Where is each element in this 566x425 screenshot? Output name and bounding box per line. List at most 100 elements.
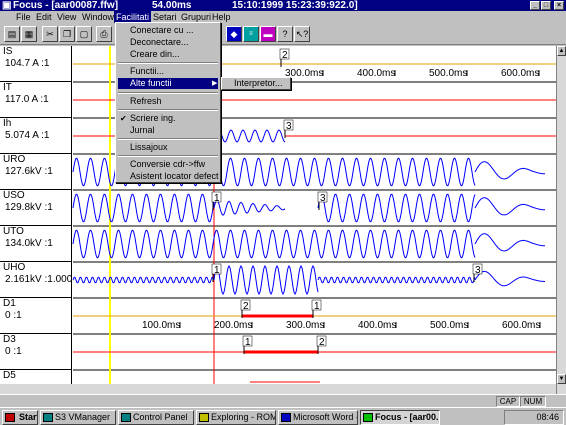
task-label: Control Panel	[133, 412, 188, 422]
save-icon[interactable]: ▦	[21, 26, 37, 42]
uro-trace-decay	[474, 161, 545, 180]
status-bar: CAP NUM	[0, 394, 566, 407]
channel-name: USO	[3, 190, 25, 201]
menu-separator	[118, 109, 218, 111]
menu-edit[interactable]: Edit	[36, 11, 52, 23]
toolbar: ▤ ▦ ✂ ❐ ▢ ⎙ ◆ ≡ ▬ ? ↖?	[0, 23, 566, 45]
maximize-button[interactable]: □	[541, 1, 551, 10]
channel-label-d1[interactable]: D1 0 :1	[0, 298, 72, 334]
channel-name: D5	[3, 370, 16, 381]
start-button[interactable]: Start	[2, 410, 38, 425]
context-help-icon[interactable]: ↖?	[294, 26, 310, 42]
menu-view[interactable]: View	[57, 11, 76, 23]
ih-trace-fault	[215, 129, 286, 143]
time-axis-bottom-label: 100.0ms	[142, 320, 180, 331]
channel-label-d3[interactable]: D3 0 :1	[0, 334, 72, 370]
uso-trace-fault	[213, 199, 286, 216]
submenu-item-interpretor[interactable]: Interpretor...	[234, 78, 283, 88]
duration-readout: 54.00ms	[152, 0, 192, 11]
channel-scale: 2.161kV :1.000	[5, 274, 73, 285]
task-focus[interactable]: Focus - [aar00...	[360, 410, 440, 425]
time-axis-top-label: 500.0ms	[429, 68, 467, 79]
channel-label-ih[interactable]: Ih 5.074 A :1	[0, 118, 72, 154]
menu-item-jurnal[interactable]: Jurnal	[130, 125, 155, 136]
channel-scale: 104.7 A :1	[5, 58, 50, 69]
waveform-plot[interactable]: 300.0ms 400.0ms 500.0ms 600.0ms 100.0ms 200.0…	[0, 46, 556, 396]
measure-icon[interactable]: ≡	[243, 26, 259, 42]
open-icon[interactable]: ▤	[4, 26, 20, 42]
marker-3-uso: 3	[320, 193, 326, 204]
facilitati-menu: Conectare cu ... Deconectare... Creare d…	[115, 22, 221, 183]
word-icon	[281, 413, 291, 422]
menu-item-functii[interactable]: Functii...	[130, 66, 164, 77]
menu-item-creare[interactable]: Creare din...	[130, 49, 180, 60]
task-word[interactable]: Microsoft Word -...	[278, 410, 358, 425]
marker-1-uho: 1	[214, 265, 220, 276]
print-icon[interactable]: ⎙	[96, 26, 112, 42]
time-axis-top-label: 600.0ms	[501, 68, 539, 79]
scroll-up-icon[interactable]: ▲	[557, 46, 566, 56]
help-icon[interactable]: ?	[277, 26, 293, 42]
channel-label-it[interactable]: IT 117.0 A :1	[0, 82, 72, 118]
zoom-icon[interactable]: ◆	[226, 26, 242, 42]
channel-scale: 0 :1	[5, 310, 22, 321]
channel-scale: 127.6kV :1	[5, 166, 53, 177]
menu-file[interactable]: File	[16, 11, 31, 23]
monitor-icon	[43, 413, 53, 422]
marker-3-uho: 3	[475, 265, 481, 276]
channel-scale: 0 :1	[5, 346, 22, 357]
menu-separator	[118, 62, 218, 64]
app-icon: ▣	[2, 0, 12, 11]
minimize-button[interactable]: _	[530, 1, 540, 10]
menu-item-refresh[interactable]: Refresh	[130, 96, 162, 107]
channel-label-is[interactable]: IS 104.7 A :1	[0, 46, 72, 82]
horizontal-scrollbar[interactable]	[0, 384, 556, 394]
filter-icon[interactable]: ▬	[260, 26, 276, 42]
uho-trace-post	[317, 276, 476, 284]
menu-window[interactable]: Window	[82, 11, 114, 23]
close-button[interactable]: ×	[554, 1, 564, 10]
task-label: Microsoft Word -...	[293, 412, 357, 422]
uho-trace-decay	[474, 270, 545, 287]
checkmark-icon: ✔	[120, 114, 127, 123]
uto-trace	[72, 229, 476, 259]
menu-item-alte-functii[interactable]: Alte functii	[130, 78, 172, 89]
channel-name: D3	[3, 334, 16, 345]
channel-name: Ih	[3, 118, 12, 129]
channel-label-uto[interactable]: UTO 134.0kV :1	[0, 226, 72, 262]
time-axis-bottom-label: 200.0ms	[214, 320, 252, 331]
menu-item-conversie[interactable]: Conversie cdr->ffw	[130, 159, 205, 170]
taskbar: Start S3 VManager Control Panel Explorin…	[0, 407, 566, 425]
uho-trace-pre	[72, 276, 215, 284]
marker-2-d3: 2	[319, 337, 325, 348]
channel-name: D1	[3, 298, 16, 309]
menu-item-lissajoux[interactable]: Lissajoux	[130, 142, 168, 153]
uso-trace-pre	[72, 193, 215, 223]
channel-label-uho[interactable]: UHO 2.161kV :1.000	[0, 262, 72, 298]
vertical-scrollbar[interactable]: ▲ ▼	[556, 46, 566, 396]
time-axis-bottom-label: 300.0ms	[286, 320, 324, 331]
marker-2-is: 2	[282, 50, 288, 61]
menu-item-deconectare[interactable]: Deconectare...	[130, 37, 189, 48]
focus-app-icon	[363, 413, 373, 422]
task-label: S3 VManager	[55, 412, 111, 422]
marker-2-d1: 2	[243, 301, 249, 312]
channel-label-uso[interactable]: USO 129.8kV :1	[0, 190, 72, 226]
copy-icon[interactable]: ❐	[59, 26, 75, 42]
waveform-canvas: 300.0ms 400.0ms 500.0ms 600.0ms 100.0ms 200.0…	[72, 46, 556, 396]
task-control-panel[interactable]: Control Panel	[118, 410, 194, 425]
menu-item-conectare[interactable]: Conectare cu ...	[130, 25, 194, 36]
menu-item-asistent[interactable]: Asistent locator defect	[130, 171, 219, 182]
menu-item-scriere[interactable]: Scriere ing.	[130, 113, 176, 124]
start-label: Start	[19, 412, 38, 422]
channel-scale: 134.0kV :1	[5, 238, 53, 249]
channel-label-uro[interactable]: URO 127.6kV :1	[0, 154, 72, 190]
task-exploring[interactable]: Exploring - ROM...	[196, 410, 276, 425]
channel-name: IS	[3, 46, 13, 57]
channel-scale: 117.0 A :1	[5, 94, 49, 105]
scroll-down-icon[interactable]: ▼	[557, 374, 566, 384]
title-bar: ▣ Focus - [aar00087.ffw] 54.00ms 15:10:1…	[0, 0, 566, 11]
paste-icon[interactable]: ▢	[76, 26, 92, 42]
cut-icon[interactable]: ✂	[42, 26, 58, 42]
task-s3-vmanager[interactable]: S3 VManager	[40, 410, 116, 425]
